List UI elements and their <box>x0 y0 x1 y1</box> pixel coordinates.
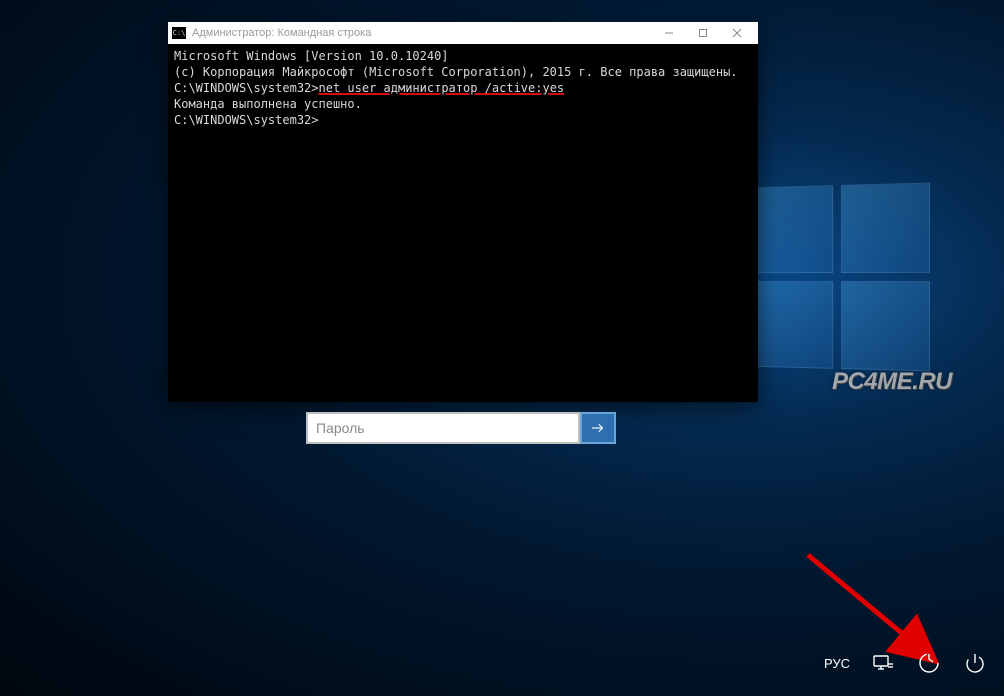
titlebar[interactable]: C:\ Администратор: Командная строка <box>168 22 758 44</box>
submit-button[interactable] <box>580 412 616 444</box>
windows-logo <box>749 182 936 377</box>
ease-of-access-icon[interactable] <box>916 650 942 676</box>
cmd-output-line: Microsoft Windows [Version 10.0.10240] <box>174 48 752 64</box>
minimize-button[interactable] <box>652 23 686 43</box>
cmd-prompt: C:\WINDOWS\system32> <box>174 112 752 128</box>
language-indicator[interactable]: РУС <box>824 656 850 671</box>
close-button[interactable] <box>720 23 754 43</box>
window-title: Администратор: Командная строка <box>192 27 646 39</box>
cmd-icon: C:\ <box>172 27 186 39</box>
cmd-body[interactable]: Microsoft Windows [Version 10.0.10240](c… <box>168 44 758 402</box>
cmd-entered-command: net user администратор /active:yes <box>319 81 565 95</box>
power-icon[interactable] <box>962 650 988 676</box>
password-input[interactable] <box>306 412 580 444</box>
cmd-window: C:\ Администратор: Командная строка Micr… <box>168 22 758 402</box>
watermark-text: PC4ME.RU <box>832 368 952 396</box>
cmd-output-line: (c) Корпорация Майкрософт (Microsoft Cor… <box>174 64 752 80</box>
network-icon[interactable] <box>870 650 896 676</box>
cmd-output-line: C:\WINDOWS\system32>net user администрат… <box>174 80 752 96</box>
arrow-right-icon <box>589 419 607 437</box>
maximize-button[interactable] <box>686 23 720 43</box>
system-tray: РУС <box>824 650 988 676</box>
password-row <box>306 412 616 444</box>
cmd-output-line: Команда выполнена успешно. <box>174 96 752 112</box>
